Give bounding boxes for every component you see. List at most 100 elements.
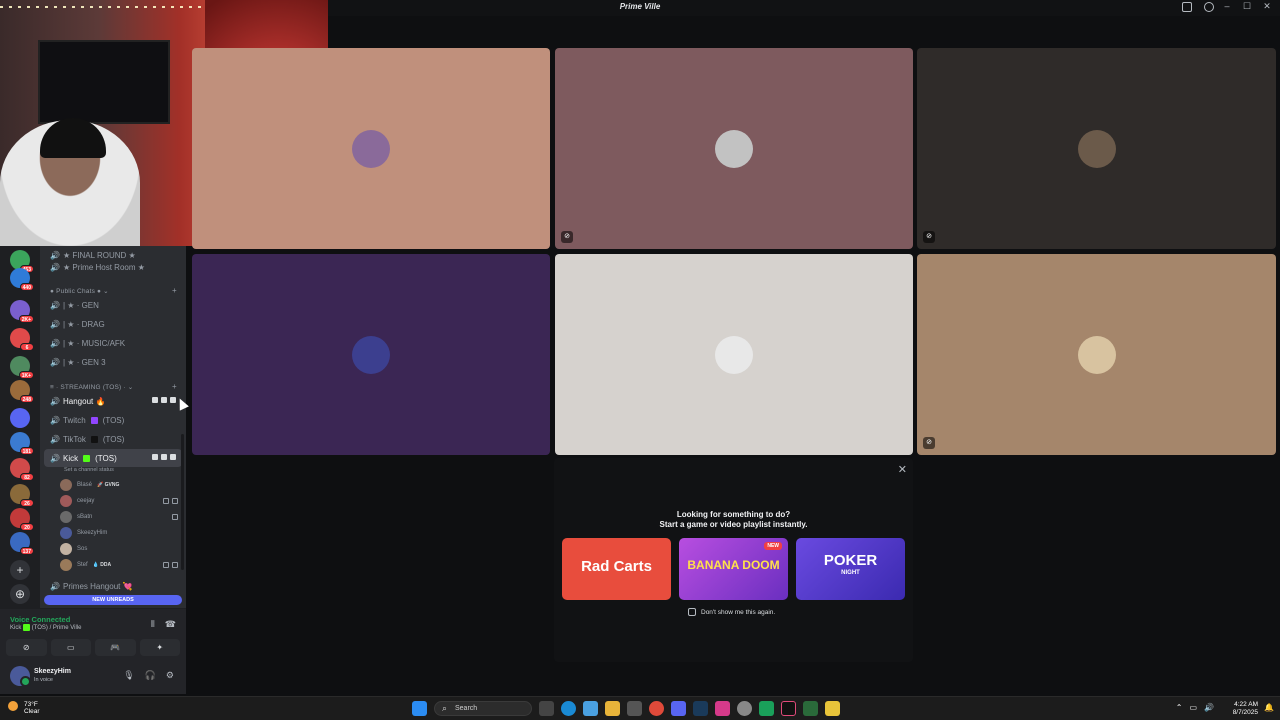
server-icon[interactable]: 453 [10,250,34,273]
activity-card-banana-doom[interactable]: NEW BANANA DOOM [679,538,788,600]
activity-card-rad-carts[interactable]: Rad Carts [562,538,671,600]
server-icon[interactable]: 1K+ [10,356,34,379]
server-icon[interactable]: 181 [10,432,34,455]
voice-user[interactable]: ceejay [60,493,184,509]
minimize-button[interactable]: – [1222,1,1232,12]
video-tile[interactable]: ⊘ [555,48,913,249]
chrome-icon[interactable] [649,701,664,716]
add-channel-icon[interactable]: + [172,286,177,295]
channel-twitch[interactable]: 🔊 Twitch (TOS) [44,411,182,429]
inbox-icon[interactable] [1182,2,1192,12]
server-icon[interactable]: 2K+ [10,300,34,323]
voice-user[interactable]: Sos [60,541,184,557]
chat-icon[interactable] [152,397,158,403]
weather-widget[interactable]: 73°F Clear [8,701,40,715]
close-icon[interactable]: ✕ [898,463,907,476]
voice-user[interactable]: sBatn [60,509,184,525]
instagram-icon[interactable] [715,701,730,716]
gear-icon[interactable]: ⚙ [166,670,174,681]
channel-gen-3[interactable]: 🔊 | ★ · GEN 3 [44,353,182,371]
unread-badge: 2K+ [18,315,34,323]
settings-app-icon[interactable] [737,701,752,716]
notification-bell-icon[interactable]: 🔔 [1264,703,1274,712]
dont-show-again[interactable]: Don't show me this again. [688,608,775,616]
category-streaming[interactable]: ≡ · STREAMING (TOS) · ⌄ + [50,382,177,391]
avatar [715,335,753,374]
checkbox[interactable] [688,608,696,616]
copilot-icon[interactable] [583,701,598,716]
maximize-button[interactable]: ☐ [1242,1,1252,12]
microphone-icon[interactable]: 🎙 [123,670,134,681]
camera-icon [172,498,178,504]
screen-share-button[interactable]: ▭ [50,639,91,656]
weather-icon [8,701,18,711]
close-window-button[interactable]: ✕ [1262,1,1272,12]
channel-status-hint[interactable]: Set a channel status [64,467,114,473]
server-icon[interactable]: 6 [10,328,34,351]
excel-icon[interactable] [803,701,818,716]
channel-kick[interactable]: 🔊 Kick (TOS) [44,449,182,467]
invite-icon[interactable] [161,454,167,460]
voice-channel-path[interactable]: Kick (TOS) / Prime Ville [10,624,81,631]
invite-icon[interactable] [161,397,167,403]
system-clock[interactable]: 4:22 AM 8/7/2025 [1233,701,1258,717]
discover-icon[interactable]: ⊕ [10,584,30,604]
video-tile[interactable]: ⊘ [917,254,1276,455]
discord-icon[interactable] [671,701,686,716]
store-icon[interactable] [627,701,642,716]
chat-icon[interactable] [152,454,158,460]
xbox-icon[interactable] [759,701,774,716]
server-icon[interactable]: 82 [10,458,34,481]
voice-status[interactable]: Voice Connected [10,615,70,624]
task-view-icon[interactable] [539,701,554,716]
signal-icon[interactable]: ⦀ [151,619,155,630]
disconnect-icon[interactable]: ☎ [165,619,176,630]
unread-badge: 82 [20,473,34,481]
video-tile[interactable] [192,48,550,249]
server-icon[interactable]: 137 [10,532,34,555]
add-server-icon[interactable]: + [10,560,30,580]
edge-icon[interactable] [561,701,576,716]
activity-button[interactable]: 🎮 [95,639,136,656]
tiktok-icon[interactable] [781,701,796,716]
channel-tiktok[interactable]: 🔊 TikTok (TOS) [44,430,182,448]
video-tile[interactable] [192,254,550,455]
channel-gen[interactable]: 🔊 | ★ · GEN [44,296,182,314]
voice-user[interactable]: Blasé 🚀 GVNG [60,477,184,493]
server-icon[interactable]: 20 [10,508,34,531]
voice-user[interactable]: Stef 💧 DDA [60,557,184,573]
sticky-notes-icon[interactable] [825,701,840,716]
headphones-icon[interactable]: 🎧 [145,670,156,681]
server-icon[interactable] [10,408,30,428]
avatar [715,129,753,168]
server-icon[interactable]: 440 [10,268,34,291]
chevron-up-icon[interactable]: ⌃ [1176,703,1183,712]
volume-icon[interactable]: 🔊 [1204,703,1214,712]
channel-prime-host-room[interactable]: 🔊 ★ Prime Host Room ★ [44,258,182,276]
start-button[interactable] [412,701,427,716]
channel-music-afk[interactable]: 🔊 | ★ · MUSIC/AFK [44,334,182,352]
channel-drag[interactable]: 🔊 | ★ · DRAG [44,315,182,333]
scrollbar[interactable] [181,434,184,570]
activity-card-poker-night[interactable]: POKER NIGHT [796,538,905,600]
file-explorer-icon[interactable] [605,701,620,716]
avatar[interactable] [10,666,31,687]
server-icon[interactable]: 248 [10,380,34,403]
taskbar-search[interactable]: Search [434,701,532,716]
video-tile[interactable] [555,254,913,455]
camera-toggle-button[interactable]: ⊘ [6,639,47,656]
steam-icon[interactable] [693,701,708,716]
video-tile[interactable]: ⊘ [917,48,1276,249]
settings-icon[interactable] [170,454,176,460]
category-public-chats[interactable]: ● Public Chats ● ⌄ + [50,286,177,295]
soundboard-button[interactable]: ✦ [139,639,180,656]
help-icon[interactable] [1204,2,1214,12]
network-icon[interactable]: ▭ [1189,703,1197,712]
channel-hangout[interactable]: 🔊 Hangout 🔥 [44,392,182,410]
new-unreads-pill[interactable]: NEW UNREADS [44,595,182,605]
add-channel-icon[interactable]: + [172,382,177,391]
server-icon[interactable]: 26 [10,484,34,507]
username[interactable]: SkeezyHim [34,668,71,675]
voice-user[interactable]: SkeezyHim [60,525,184,541]
channel-primes-hangout[interactable]: 🔊 Primes Hangout 💘 [44,577,182,595]
